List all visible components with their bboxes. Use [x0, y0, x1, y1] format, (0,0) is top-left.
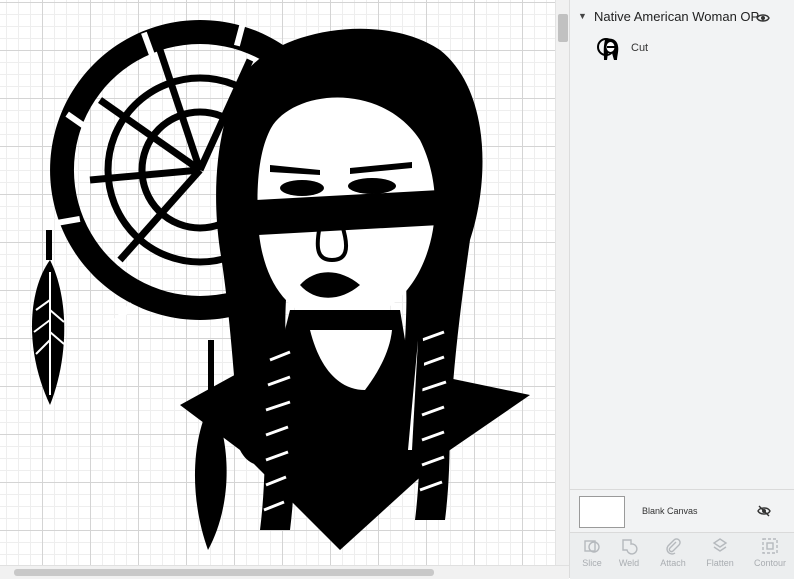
weld-label: Weld — [618, 558, 640, 568]
layer-thumbnail-icon — [596, 36, 622, 62]
layer-label: Cut — [631, 42, 649, 54]
contour-button[interactable]: Contour — [748, 537, 792, 577]
attach-label: Attach — [660, 558, 686, 568]
contour-label: Contour — [753, 558, 787, 568]
flatten-button[interactable]: Flatten — [698, 537, 742, 577]
blank-canvas-label: Blank Canvas — [642, 506, 698, 516]
layer-group-name: Native American Woman OP... — [594, 9, 769, 24]
flatten-label: Flatten — [706, 558, 734, 568]
blank-canvas-row[interactable]: Blank Canvas — [570, 489, 794, 532]
horizontal-scroll-thumb[interactable] — [14, 569, 434, 576]
slice-icon — [584, 540, 600, 553]
eye-icon[interactable] — [756, 10, 770, 28]
blank-canvas-swatch[interactable] — [579, 496, 625, 528]
layer-item-cut[interactable]: Cut — [570, 34, 794, 64]
design-canvas[interactable] — [0, 0, 555, 565]
weld-icon — [622, 539, 638, 555]
horizontal-scrollbar[interactable] — [0, 565, 569, 579]
weld-button[interactable]: Weld — [607, 537, 651, 577]
vertical-scroll-thumb[interactable] — [558, 14, 568, 42]
layer-group-row[interactable]: ▼ Native American Woman OP... — [570, 6, 794, 28]
vertical-scrollbar[interactable] — [555, 0, 570, 565]
eye-hidden-icon[interactable] — [756, 504, 772, 522]
caret-down-icon[interactable]: ▼ — [578, 11, 587, 21]
attach-button[interactable]: Attach — [651, 537, 695, 577]
contour-icon — [762, 538, 778, 554]
paperclip-icon — [666, 538, 681, 555]
layer-actions-toolbar: Slice Weld Attach Flatten Contour — [570, 532, 794, 579]
native-american-woman-artwork[interactable] — [20, 10, 540, 555]
flatten-icon — [712, 538, 728, 552]
layers-panel: ▼ Native American Woman OP... Cut Blank … — [569, 0, 794, 579]
